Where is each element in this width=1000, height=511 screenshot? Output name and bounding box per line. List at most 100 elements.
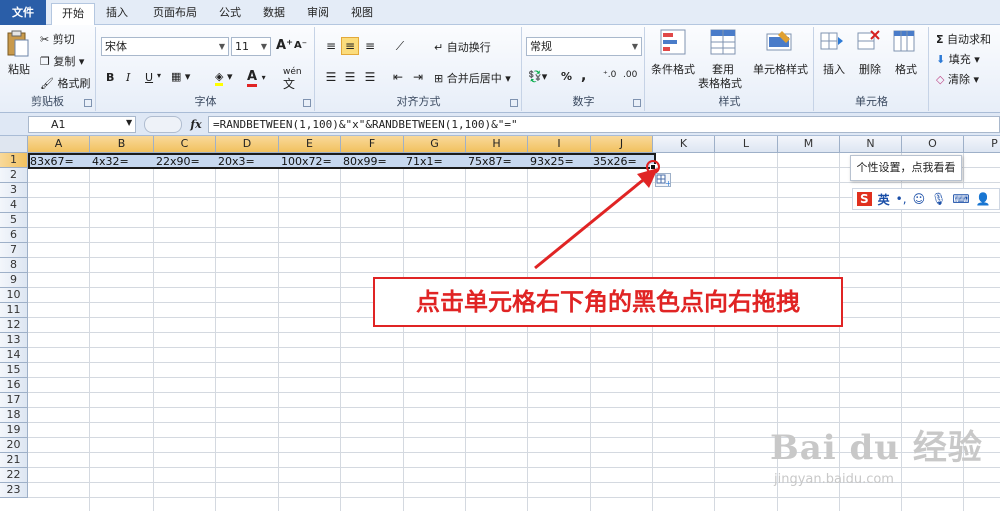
insert-cells-button[interactable]: 插入 [823, 61, 845, 77]
font-family-select[interactable]: 宋体 ▼ [101, 37, 229, 56]
cell-b1[interactable]: 4x32= [90, 154, 129, 169]
increase-indent-icon[interactable]: ⇥ [409, 68, 427, 86]
column-header-p[interactable]: P [964, 136, 1000, 153]
row-header-11[interactable]: 11 [0, 303, 28, 318]
cell-styles-button[interactable]: 单元格样式 [753, 61, 808, 77]
format-cells-button[interactable]: 格式 [895, 61, 917, 77]
cell-f1[interactable]: 80x99= [341, 154, 387, 169]
align-right-icon[interactable]: ☰ [361, 68, 379, 86]
column-header-m[interactable]: M [778, 136, 840, 153]
row-header-12[interactable]: 12 [0, 318, 28, 333]
row-header-7[interactable]: 7 [0, 243, 28, 258]
cell-a1[interactable]: 83x67= [28, 154, 74, 169]
row-header-15[interactable]: 15 [0, 363, 28, 378]
row-header-19[interactable]: 19 [0, 423, 28, 438]
language-toggle[interactable]: 英 [878, 191, 890, 208]
wrap-text-button[interactable]: ↵ 自动换行 [434, 39, 491, 55]
decrease-decimal-icon[interactable]: .00 [623, 70, 637, 80]
accounting-format-button[interactable]: 💱▾ [528, 70, 547, 83]
delete-cells-button[interactable]: 删除 [859, 61, 881, 77]
row-header-17[interactable]: 17 [0, 393, 28, 408]
formula-input[interactable]: =RANDBETWEEN(1,100)&"x"&RANDBETWEEN(1,10… [208, 116, 1000, 133]
shrink-font-button[interactable]: A⁻ [294, 40, 307, 51]
insert-function-button[interactable]: fx [185, 116, 207, 133]
row-header-1[interactable]: 1 [0, 153, 28, 168]
tab-home[interactable]: 开始 [51, 3, 95, 26]
cell-h1[interactable]: 75x87= [466, 154, 512, 169]
column-header-a[interactable]: A [28, 136, 90, 153]
column-header-c[interactable]: C [154, 136, 216, 153]
row-header-10[interactable]: 10 [0, 288, 28, 303]
column-header-j[interactable]: J [591, 136, 653, 153]
sogou-logo-icon[interactable]: S [857, 192, 872, 206]
row-header-22[interactable]: 22 [0, 468, 28, 483]
borders-button[interactable]: ▦ ▾ [171, 70, 190, 83]
tab-file[interactable]: 文件 [0, 0, 46, 25]
row-header-3[interactable]: 3 [0, 183, 28, 198]
fill-color-button[interactable]: ◈ ▾ [215, 70, 233, 86]
column-header-g[interactable]: G [404, 136, 466, 153]
orientation-icon[interactable]: ⟋ [391, 37, 409, 55]
formula-bar-splitter[interactable] [144, 116, 182, 133]
font-size-select[interactable]: 11 ▼ [231, 37, 271, 56]
merge-center-button[interactable]: ⊞ 合并后居中 ▾ [434, 70, 511, 86]
clear-button[interactable]: ◇ 清除 ▾ [936, 71, 979, 87]
punctuation-icon[interactable]: •, [896, 192, 907, 206]
cell-c1[interactable]: 22x90= [154, 154, 200, 169]
tab-review[interactable]: 审阅 [300, 3, 336, 25]
microphone-icon[interactable]: 🎙 [931, 192, 946, 206]
row-header-6[interactable]: 6 [0, 228, 28, 243]
row-header-5[interactable]: 5 [0, 213, 28, 228]
tab-view[interactable]: 视图 [344, 3, 380, 25]
name-box-dropdown[interactable]: ▼ [126, 118, 132, 127]
number-format-select[interactable]: 常规 ▼ [526, 37, 642, 56]
row-header-23[interactable]: 23 [0, 483, 28, 498]
bold-button[interactable]: B [106, 71, 114, 84]
conditional-format-button[interactable]: 条件格式 [651, 61, 695, 77]
column-header-l[interactable]: L [715, 136, 778, 153]
comma-button[interactable]: , [581, 68, 586, 84]
autosum-button[interactable]: Σ 自动求和 [936, 31, 991, 47]
cell-e1[interactable]: 100x72= [279, 154, 332, 169]
keyboard-icon[interactable]: ⌨ [952, 192, 969, 206]
name-box[interactable]: A1 [28, 116, 136, 133]
emoji-icon[interactable]: ☺ [913, 192, 926, 206]
percent-button[interactable]: % [561, 70, 572, 83]
align-center-icon[interactable]: ☰ [341, 68, 359, 86]
row-header-20[interactable]: 20 [0, 438, 28, 453]
row-header-8[interactable]: 8 [0, 258, 28, 273]
tab-page-layout[interactable]: 页面布局 [144, 3, 206, 25]
column-header-o[interactable]: O [902, 136, 964, 153]
increase-decimal-icon[interactable]: ⁺.0 [603, 70, 616, 80]
underline-button[interactable]: U [145, 71, 153, 84]
grow-font-button[interactable]: A⁺ [276, 38, 293, 53]
cut-button[interactable]: ✂ 剪切 [40, 31, 75, 47]
copy-button[interactable]: ❐ 复制 ▾ [40, 53, 84, 69]
tab-formulas[interactable]: 公式 [212, 3, 248, 25]
column-header-h[interactable]: H [466, 136, 528, 153]
row-header-9[interactable]: 9 [0, 273, 28, 288]
cell-g1[interactable]: 71x1= [404, 154, 443, 169]
column-header-b[interactable]: B [90, 136, 154, 153]
italic-button[interactable]: I [126, 71, 130, 84]
align-left-icon[interactable]: ☰ [322, 68, 340, 86]
format-painter-button[interactable]: 🖌 格式刷 [40, 75, 90, 91]
decrease-indent-icon[interactable]: ⇤ [389, 68, 407, 86]
align-top-icon[interactable]: ≡ [322, 37, 340, 55]
column-header-n[interactable]: N [840, 136, 902, 153]
user-icon[interactable]: 👤 [976, 192, 991, 206]
align-middle-icon[interactable]: ≡ [341, 37, 359, 55]
row-header-21[interactable]: 21 [0, 453, 28, 468]
clipboard-launcher[interactable] [84, 99, 92, 107]
align-bottom-icon[interactable]: ≡ [361, 37, 379, 55]
number-launcher[interactable] [633, 99, 641, 107]
column-header-e[interactable]: E [279, 136, 341, 153]
column-header-k[interactable]: K [653, 136, 715, 153]
row-header-14[interactable]: 14 [0, 348, 28, 363]
row-header-2[interactable]: 2 [0, 168, 28, 183]
cell-d1[interactable]: 20x3= [216, 154, 255, 169]
tab-data[interactable]: 数据 [256, 3, 292, 25]
tab-insert[interactable]: 插入 [98, 3, 136, 25]
font-launcher[interactable] [303, 99, 311, 107]
row-header-18[interactable]: 18 [0, 408, 28, 423]
